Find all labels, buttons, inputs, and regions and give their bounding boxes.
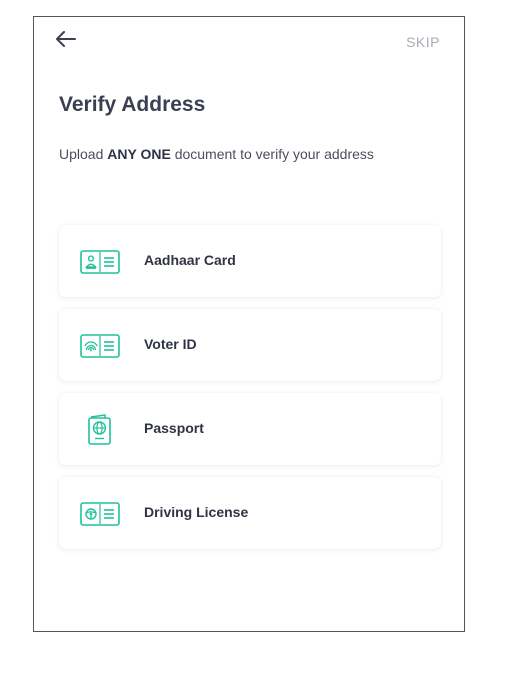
arrow-left-icon — [56, 30, 76, 52]
subtitle-prefix: Upload — [59, 146, 108, 162]
app-screen: SKIP Verify Address Upload ANY ONE docum… — [33, 16, 465, 632]
document-option-aadhaar[interactable]: Aadhaar Card — [59, 225, 441, 297]
page-title: Verify Address — [59, 93, 206, 116]
page-subtitle: Upload ANY ONE document to verify your a… — [59, 146, 374, 162]
voter-id-icon — [79, 331, 121, 361]
document-label: Voter ID — [144, 336, 197, 352]
document-label: Passport — [144, 420, 204, 436]
subtitle-emphasis: ANY ONE — [107, 146, 171, 162]
aadhaar-card-icon — [79, 247, 121, 277]
document-option-passport[interactable]: Passport — [59, 393, 441, 465]
passport-icon — [79, 414, 121, 445]
document-option-voter-id[interactable]: Voter ID — [59, 309, 441, 381]
document-option-driving-license[interactable]: Driving License — [59, 477, 441, 549]
subtitle-suffix: document to verify your address — [170, 146, 374, 162]
top-bar: SKIP — [34, 17, 464, 67]
driving-license-icon — [79, 499, 121, 529]
back-button[interactable] — [52, 27, 80, 55]
skip-button[interactable]: SKIP — [406, 34, 440, 50]
document-label: Driving License — [144, 504, 249, 520]
document-list: Aadhaar Card Voter ID Passport Driving L… — [59, 225, 441, 561]
document-label: Aadhaar Card — [144, 252, 236, 268]
